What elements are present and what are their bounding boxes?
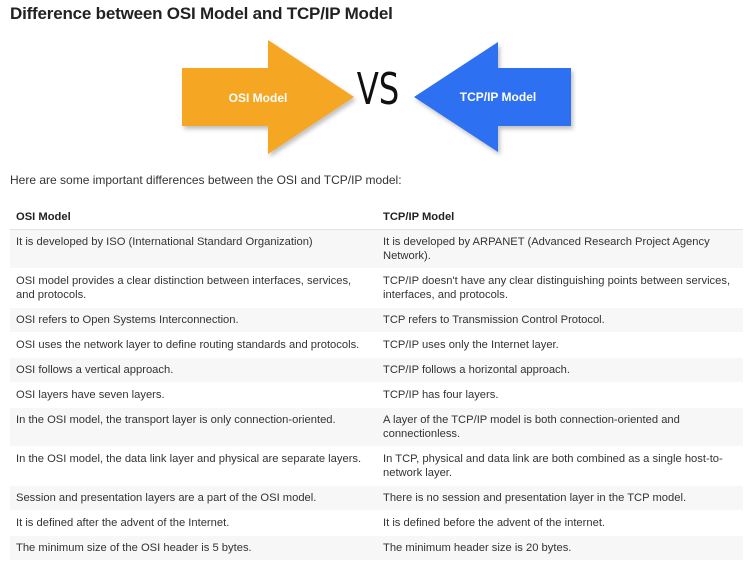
osi-cell: In the OSI model, the transport layer is… (10, 407, 377, 447)
tcpip-cell: It is defined before the advent of the i… (377, 510, 743, 536)
tcpip-cell: It is developed by ARPANET (Advanced Res… (377, 229, 743, 269)
table-row: OSI follows a vertical approach. TCP/IP … (10, 357, 743, 383)
osi-cell: OSI model provides a clear distinction b… (10, 268, 377, 308)
header-osi-model: OSI Model (10, 204, 377, 230)
osi-vs-tcpip-banner: OSI Model VS TCP/IP Model (176, 36, 576, 160)
tcpip-cell: TCP/IP doesn't have any clear distinguis… (377, 268, 743, 308)
table-row: It is defined after the advent of the In… (10, 510, 743, 536)
table-row: OSI refers to Open Systems Interconnecti… (10, 307, 743, 333)
table-row: In the OSI model, the data link layer an… (10, 446, 743, 486)
table-header-row: OSI Model TCP/IP Model (10, 204, 743, 230)
osi-cell: OSI refers to Open Systems Interconnecti… (10, 307, 377, 333)
header-tcpip-model: TCP/IP Model (377, 204, 743, 230)
osi-arrow-label: OSI Model (229, 91, 288, 105)
vs-label: VS (357, 64, 400, 115)
tcpip-cell: The minimum header size is 20 bytes. (377, 535, 743, 561)
tcpip-cell: TCP/IP uses only the Internet layer. (377, 332, 743, 358)
table-row: In the OSI model, the transport layer is… (10, 407, 743, 447)
osi-cell: It is defined after the advent of the In… (10, 510, 377, 536)
osi-cell: Session and presentation layers are a pa… (10, 485, 377, 511)
table-row: The minimum size of the OSI header is 5 … (10, 535, 743, 561)
page-title: Difference between OSI Model and TCP/IP … (10, 4, 393, 23)
table-row: OSI model provides a clear distinction b… (10, 268, 743, 308)
tcpip-cell: TCP refers to Transmission Control Proto… (377, 307, 743, 333)
tcpip-cell: In TCP, physical and data link are both … (377, 446, 743, 486)
comparison-table: OSI Model TCP/IP Model It is developed b… (10, 204, 743, 561)
osi-cell: OSI layers have seven layers. (10, 382, 377, 408)
osi-cell: It is developed by ISO (International St… (10, 229, 377, 269)
tcpip-cell: There is no session and presentation lay… (377, 485, 743, 511)
osi-cell: The minimum size of the OSI header is 5 … (10, 535, 377, 561)
tcpip-cell: TCP/IP follows a horizontal approach. (377, 357, 743, 383)
osi-cell: OSI follows a vertical approach. (10, 357, 377, 383)
table-row: Session and presentation layers are a pa… (10, 485, 743, 511)
intro-text: Here are some important differences betw… (10, 173, 402, 187)
tcpip-cell: A layer of the TCP/IP model is both conn… (377, 407, 743, 447)
tcpip-arrow-label: TCP/IP Model (460, 90, 536, 104)
table-row: OSI uses the network layer to define rou… (10, 332, 743, 358)
osi-cell: OSI uses the network layer to define rou… (10, 332, 377, 358)
table-row: It is developed by ISO (International St… (10, 229, 743, 269)
osi-cell: In the OSI model, the data link layer an… (10, 446, 377, 486)
table-row: OSI layers have seven layers. TCP/IP has… (10, 382, 743, 408)
tcpip-cell: TCP/IP has four layers. (377, 382, 743, 408)
